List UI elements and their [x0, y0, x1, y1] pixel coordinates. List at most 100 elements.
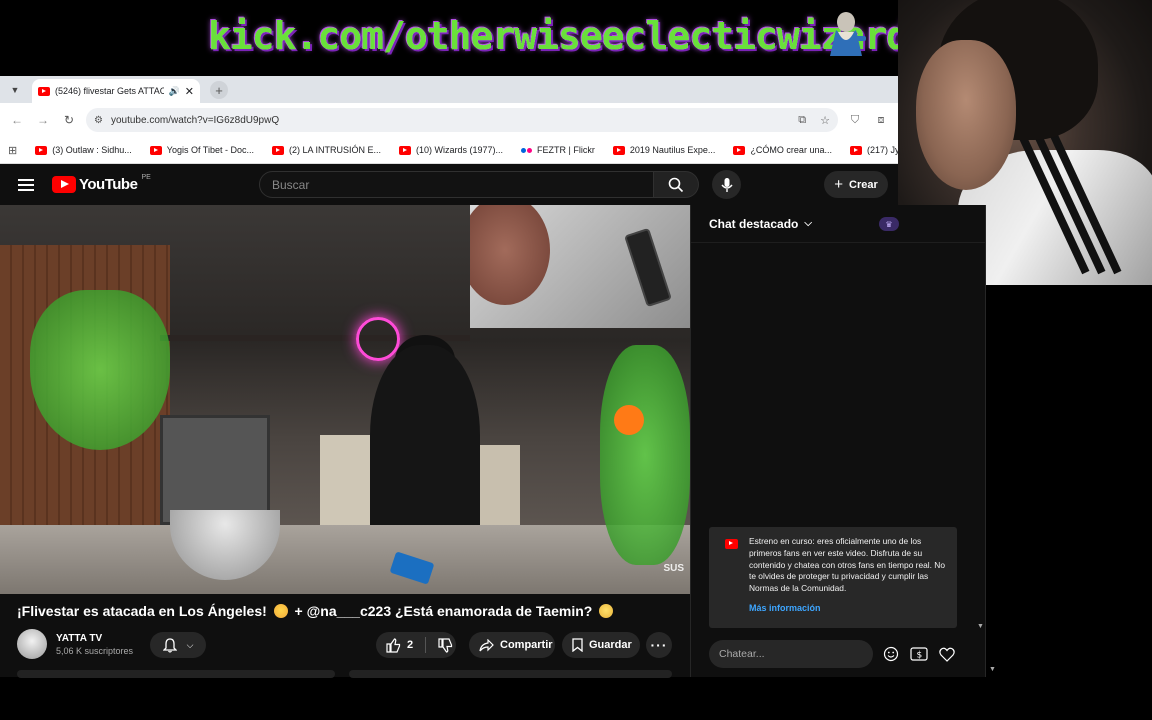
video-decoration: [600, 345, 690, 565]
voice-search-button[interactable]: [712, 170, 741, 199]
inset-phone: [624, 227, 672, 308]
search-icon: [668, 177, 684, 192]
channel-info: YATTA TV 5,06 K suscriptores: [17, 629, 133, 659]
more-info-link[interactable]: Más información: [749, 603, 947, 613]
url-text[interactable]: youtube.com/watch?v=IG6z8dU9pwQ: [111, 115, 279, 126]
country-code: PE: [141, 174, 151, 181]
search-input[interactable]: Buscar: [259, 171, 654, 198]
chat-mode-label[interactable]: Chat destacado: [709, 217, 798, 231]
share-label: Compartir: [500, 639, 553, 651]
like-count[interactable]: 2: [407, 639, 413, 651]
shield-extension-icon[interactable]: ⛉: [846, 114, 864, 127]
bookmark-label: 2019 Nautilus Expe...: [629, 145, 716, 155]
live-chat-panel: Chat destacado ⌵ ♛ Estreno en curso: ere…: [690, 205, 996, 677]
thumbs-down-icon[interactable]: [438, 637, 453, 653]
share-icon: [479, 638, 494, 651]
video-title: ¡Flivestar es atacada en Los Ángeles! + …: [17, 603, 687, 619]
webcam-face: [916, 40, 1016, 190]
scroll-down-arrow-icon[interactable]: ▼: [977, 623, 984, 630]
bookmark-item[interactable]: ¿CÓMO crear una...: [733, 145, 832, 155]
banner-text: kick.com/otherwiseeclecticwizard: [208, 14, 909, 58]
channel-name[interactable]: YATTA TV: [56, 633, 133, 644]
share-button[interactable]: Compartir: [469, 632, 555, 658]
bookmark-label: (10) Wizards (1977)...: [416, 145, 504, 155]
hamburger-menu-icon[interactable]: [18, 178, 34, 191]
video-person: [370, 345, 480, 545]
video-counter: [0, 525, 690, 594]
video-title-part: ¡Flivestar es atacada en Los Ángeles!: [17, 603, 267, 619]
heart-button[interactable]: [937, 644, 957, 664]
premiere-notice: Estreno en curso: eres oficialmente uno …: [709, 527, 957, 628]
back-icon[interactable]: ←: [8, 113, 26, 127]
super-chat-icon: $: [910, 647, 928, 661]
more-actions-button[interactable]: ···: [646, 632, 672, 658]
bookmark-star-icon[interactable]: ☆: [820, 114, 830, 127]
members-crown-icon[interactable]: ♛: [879, 217, 899, 231]
save-label: Guardar: [589, 639, 632, 651]
address-bar[interactable]: ⚙ youtube.com/watch?v=IG6z8dU9pwQ ⧉ ☆: [86, 108, 838, 132]
bookmarks-bar: ⊞ (3) Outlaw : Sidhu... Yogis Of Tibet -…: [0, 137, 898, 164]
youtube-favicon: [733, 145, 746, 155]
chat-header[interactable]: Chat destacado ⌵: [691, 205, 985, 243]
smiley-icon: [883, 646, 899, 662]
search-button[interactable]: [654, 171, 699, 198]
bookmark-item[interactable]: 2019 Nautilus Expe...: [612, 145, 716, 155]
like-dislike-group: 2: [376, 632, 456, 658]
more-horizontal-icon: ···: [650, 637, 668, 653]
divider: [425, 637, 427, 653]
stream-overlay-banner: kick.com/otherwiseeclecticwizard: [208, 10, 909, 62]
channel-avatar[interactable]: [17, 629, 47, 659]
loading-placeholder: [17, 670, 335, 678]
channel-text: YATTA TV 5,06 K suscriptores: [56, 633, 133, 656]
screen: kick.com/otherwiseeclecticwizard ▼ (5246…: [0, 0, 1152, 720]
close-tab-icon[interactable]: ✕: [185, 85, 194, 98]
site-info-icon[interactable]: ⚙: [94, 115, 103, 126]
video-oven: [160, 415, 270, 525]
youtube-logo[interactable]: YouTube PE: [52, 174, 151, 193]
youtube-favicon: [35, 145, 48, 155]
youtube-favicon: [725, 539, 738, 549]
chevron-down-icon[interactable]: ⌵: [804, 218, 812, 229]
apps-grid-icon[interactable]: ⊞: [8, 144, 17, 157]
svg-text:$: $: [917, 651, 923, 661]
chat-input[interactable]: Chatear...: [709, 640, 873, 668]
bookmark-item[interactable]: (10) Wizards (1977)...: [399, 145, 503, 155]
bookmark-item[interactable]: (217) Jyoti Ram (2é...: [849, 145, 898, 155]
super-chat-button[interactable]: $: [909, 644, 929, 664]
tab-search-dropdown[interactable]: ▼: [6, 80, 24, 100]
new-tab-button[interactable]: +: [210, 81, 228, 99]
bookmark-label: (3) Outlaw : Sidhu...: [52, 145, 132, 155]
chevron-down-icon: ⌵: [186, 639, 194, 650]
bookmark-label: FEZTR | Flickr: [537, 145, 595, 155]
thumbs-up-icon[interactable]: [386, 637, 401, 653]
bookmark-label: (217) Jyoti Ram (2é...: [866, 145, 898, 155]
youtube-masthead: YouTube PE Buscar + Crear: [0, 164, 898, 205]
extensions-icon[interactable]: ⧈: [872, 114, 890, 127]
bookmark-item[interactable]: (2) LA INTRUSIÓN E...: [271, 145, 382, 155]
speaker-icon[interactable]: 🔊: [169, 86, 180, 97]
youtube-favicon: [38, 86, 50, 96]
reload-icon[interactable]: ↻: [60, 113, 78, 127]
youtube-logo-text: YouTube: [79, 176, 138, 193]
chat-input-row: Chatear... $: [709, 640, 977, 668]
bookmark-item[interactable]: Yogis Of Tibet - Doc...: [149, 145, 254, 155]
browser-tab-active[interactable]: (5246) flivestar Gets ATTACK 🔊 ✕: [32, 79, 200, 103]
scroll-down-arrow-icon[interactable]: ▼: [989, 666, 996, 673]
youtube-favicon: [612, 145, 625, 155]
notification-bell-button[interactable]: ⌵: [150, 632, 206, 658]
video-player[interactable]: SUS: [0, 205, 690, 594]
save-button[interactable]: Guardar: [562, 632, 640, 658]
address-row: ← → ↻ ⚙ youtube.com/watch?v=IG6z8dU9pwQ …: [0, 103, 898, 137]
tab-title: (5246) flivestar Gets ATTACK: [55, 86, 164, 96]
forward-icon[interactable]: →: [34, 113, 52, 127]
premiere-message: Estreno en curso: eres oficialmente uno …: [749, 536, 945, 594]
tab-bar: ▼ (5246) flivestar Gets ATTACK 🔊 ✕ +: [0, 76, 898, 103]
video-pumpkin: [614, 405, 644, 435]
bookmark-label: (2) LA INTRUSIÓN E...: [288, 145, 382, 155]
emoji-button[interactable]: [881, 644, 901, 664]
create-button[interactable]: + Crear: [824, 171, 888, 198]
install-icon[interactable]: ⧉: [798, 114, 806, 127]
bookmark-item[interactable]: FEZTR | Flickr: [521, 145, 595, 155]
video-neon-sign: [356, 317, 400, 361]
bookmark-item[interactable]: (3) Outlaw : Sidhu...: [35, 145, 132, 155]
